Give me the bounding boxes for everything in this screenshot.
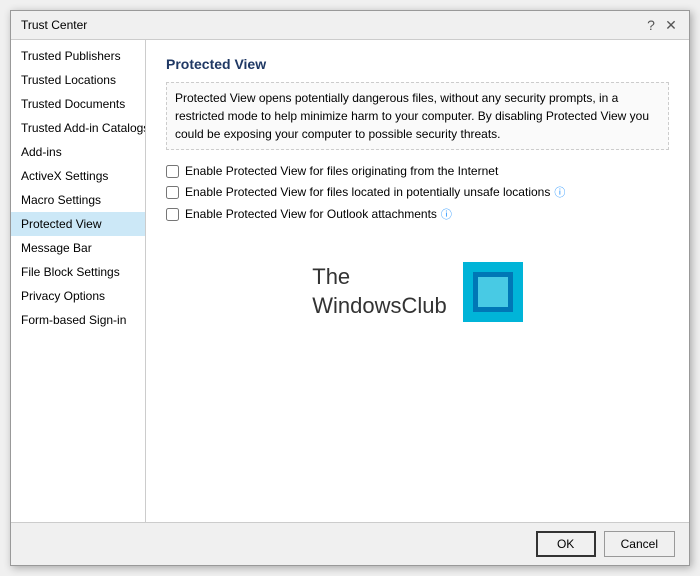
sidebar-item-add-ins[interactable]: Add-ins	[11, 140, 145, 164]
sidebar-item-privacy-options[interactable]: Privacy Options	[11, 284, 145, 308]
info-icon-chk-unsafe[interactable]: ⓘ	[554, 184, 565, 200]
ok-button[interactable]: OK	[536, 531, 596, 557]
title-bar: Trust Center ? ✕	[11, 11, 689, 40]
content-area: Protected View Protected View opens pote…	[146, 40, 689, 522]
sidebar: Trusted PublishersTrusted LocationsTrust…	[11, 40, 146, 522]
watermark-logo-icon	[463, 262, 523, 322]
checkboxes-container: Enable Protected View for files originat…	[166, 164, 669, 222]
info-icon-chk-outlook[interactable]: ⓘ	[441, 206, 452, 222]
sidebar-item-trusted-add-in-catalogs[interactable]: Trusted Add-in Catalogs	[11, 116, 145, 140]
close-button[interactable]: ✕	[663, 17, 679, 33]
sidebar-item-trusted-locations[interactable]: Trusted Locations	[11, 68, 145, 92]
dialog-title: Trust Center	[21, 18, 87, 32]
checkbox-chk-internet[interactable]	[166, 165, 179, 178]
sidebar-item-trusted-publishers[interactable]: Trusted Publishers	[11, 44, 145, 68]
sidebar-item-activex-settings[interactable]: ActiveX Settings	[11, 164, 145, 188]
checkbox-chk-unsafe[interactable]	[166, 186, 179, 199]
sidebar-item-form-based-sign-in[interactable]: Form-based Sign-in	[11, 308, 145, 332]
sidebar-item-file-block-settings[interactable]: File Block Settings	[11, 260, 145, 284]
label-chk-outlook[interactable]: Enable Protected View for Outlook attach…	[185, 207, 437, 221]
dialog-body: Trusted PublishersTrusted LocationsTrust…	[11, 40, 689, 522]
dialog-footer: OK Cancel	[11, 522, 689, 565]
sidebar-item-message-bar[interactable]: Message Bar	[11, 236, 145, 260]
checkbox-row-chk-unsafe: Enable Protected View for files located …	[166, 184, 669, 200]
label-chk-internet[interactable]: Enable Protected View for files originat…	[185, 164, 498, 178]
sidebar-item-macro-settings[interactable]: Macro Settings	[11, 188, 145, 212]
trust-center-dialog: Trust Center ? ✕ Trusted PublishersTrust…	[10, 10, 690, 566]
title-bar-controls: ? ✕	[643, 17, 679, 33]
sidebar-item-protected-view[interactable]: Protected View	[11, 212, 145, 236]
checkbox-row-chk-internet: Enable Protected View for files originat…	[166, 164, 669, 178]
checkbox-chk-outlook[interactable]	[166, 208, 179, 221]
watermark-box: The WindowsClub	[312, 262, 523, 322]
watermark-area: The WindowsClub	[166, 262, 669, 322]
watermark-text: The WindowsClub	[312, 263, 447, 320]
section-title: Protected View	[166, 56, 669, 72]
sidebar-item-trusted-documents[interactable]: Trusted Documents	[11, 92, 145, 116]
description-text: Protected View opens potentially dangero…	[166, 82, 669, 150]
cancel-button[interactable]: Cancel	[604, 531, 675, 557]
label-chk-unsafe[interactable]: Enable Protected View for files located …	[185, 185, 550, 199]
help-button[interactable]: ?	[643, 17, 659, 33]
checkbox-row-chk-outlook: Enable Protected View for Outlook attach…	[166, 206, 669, 222]
